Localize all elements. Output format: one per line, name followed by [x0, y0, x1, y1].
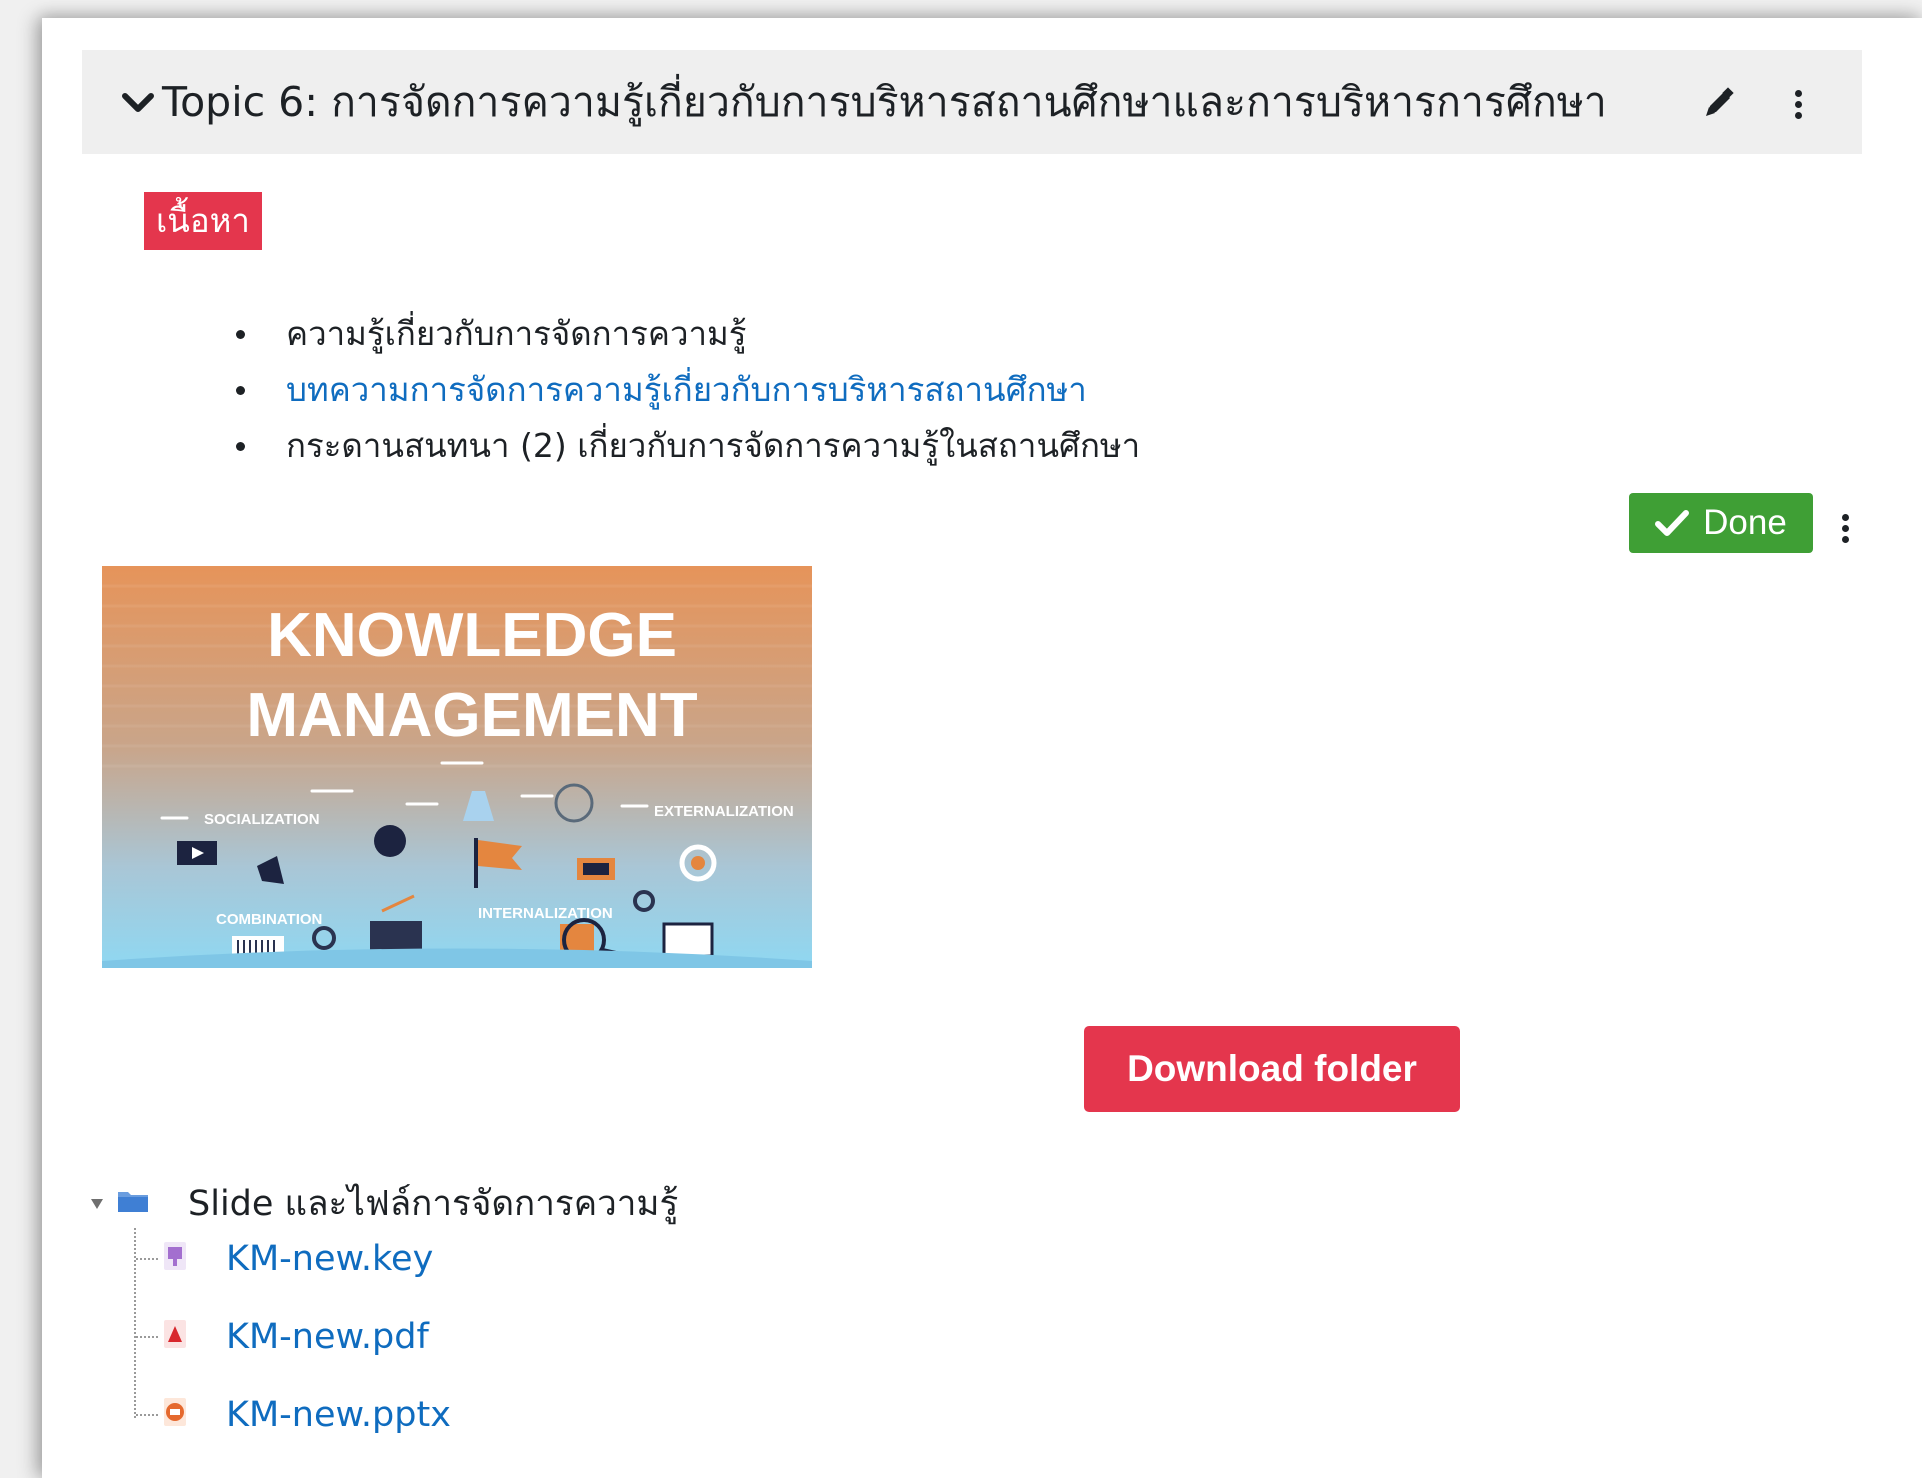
file-link-key[interactable]: KM-new.key: [226, 1234, 433, 1284]
chevron-down-icon[interactable]: [120, 86, 156, 120]
tree-connector: [136, 1414, 158, 1417]
image-label-socialization: SOCIALIZATION: [204, 811, 320, 828]
file-link-pptx[interactable]: KM-new.pptx: [226, 1390, 451, 1440]
list-item-text: กระดานสนทนา (2) เกี่ยวกับการจัดการความรู…: [286, 426, 1141, 465]
article-link[interactable]: บทความการจัดการความรู้เกี่ยวกับการบริหาร…: [286, 370, 1087, 409]
pencil-icon[interactable]: [1702, 86, 1736, 120]
image-title-line1: KNOWLEDGE: [267, 601, 677, 670]
download-folder-button[interactable]: Download folder: [1084, 1026, 1460, 1112]
tree-collapse-icon[interactable]: [90, 1198, 104, 1210]
image-title-line2: MANAGEMENT: [246, 681, 697, 750]
list-item: ความรู้เกี่ยวกับการจัดการความรู้: [232, 306, 1140, 362]
tree-connector: [136, 1258, 158, 1261]
activity-actions-menu-icon[interactable]: [1839, 514, 1851, 546]
folder-name[interactable]: Slide และไฟล์การจัดการความรู้: [188, 1176, 678, 1232]
content-list: ความรู้เกี่ยวกับการจัดการความรู้ บทความก…: [232, 306, 1140, 474]
pdf-file-icon: [164, 1320, 186, 1348]
powerpoint-file-icon: [164, 1398, 186, 1426]
image-label-externalization: EXTERNALIZATION: [654, 803, 794, 820]
folder-icon: [118, 1192, 148, 1212]
tree-connector: [136, 1336, 158, 1339]
list-item-text: ความรู้เกี่ยวกับการจัดการความรู้: [286, 314, 747, 353]
knowledge-management-image: KNOWLEDGE MANAGEMENT SOCIALIZATION EXTER…: [102, 566, 812, 968]
list-item[interactable]: บทความการจัดการความรู้เกี่ยวกับการบริหาร…: [232, 362, 1140, 418]
done-button[interactable]: Done: [1629, 493, 1813, 553]
course-section-card: Topic 6: การจัดการความรู้เกี่ยวกับการบริ…: [42, 18, 1922, 1478]
file-link-pdf[interactable]: KM-new.pdf: [226, 1312, 429, 1362]
check-icon: [1655, 510, 1690, 536]
section-title: Topic 6: การจัดการความรู้เกี่ยวกับการบริ…: [162, 78, 1607, 126]
keynote-file-icon: [164, 1242, 186, 1270]
content-badge: เนื้อหา: [144, 192, 262, 250]
done-label: Done: [1703, 503, 1787, 542]
image-label-combination: COMBINATION: [216, 911, 322, 928]
section-header: Topic 6: การจัดการความรู้เกี่ยวกับการบริ…: [82, 50, 1862, 154]
section-actions-menu-icon[interactable]: [1792, 90, 1804, 122]
list-item: กระดานสนทนา (2) เกี่ยวกับการจัดการความรู…: [232, 418, 1140, 474]
tree-connector: [134, 1228, 137, 1418]
image-label-internalization: INTERNALIZATION: [478, 905, 613, 922]
